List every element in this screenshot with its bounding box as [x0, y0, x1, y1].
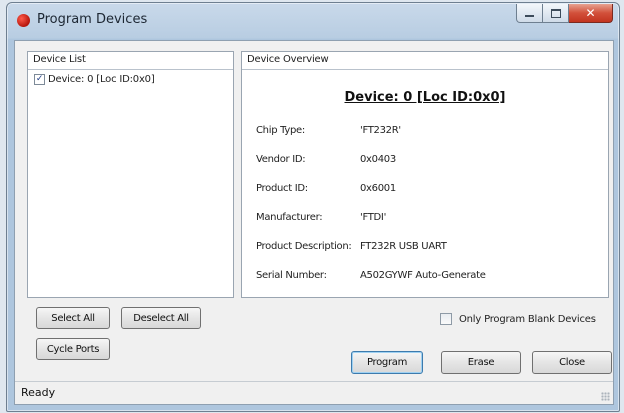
vendor-id-value: 0x0403 [360, 154, 396, 165]
manufacturer-row: Manufacturer: 'FTDI' [256, 212, 386, 223]
deselect-all-button[interactable]: Deselect All [121, 307, 201, 329]
manufacturer-value: 'FTDI' [360, 212, 387, 223]
caption-buttons: ✕ [516, 4, 613, 24]
select-all-button[interactable]: Select All [36, 307, 110, 329]
resize-grip-icon[interactable] [601, 392, 610, 401]
device-overview-title: Device: 0 [Loc ID:0x0] [344, 90, 506, 105]
close-icon: ✕ [585, 6, 596, 20]
window-title: Program Devices [37, 12, 148, 27]
maximize-icon [550, 8, 561, 18]
minimize-button[interactable] [516, 4, 543, 23]
device-overview-header: Device Overview [242, 52, 608, 70]
serial-number-label: Serial Number: [256, 270, 327, 281]
product-id-value: 0x6001 [360, 183, 396, 194]
vendor-id-label: Vendor ID: [256, 154, 306, 165]
product-description-row: Product Description: FT232R USB UART [256, 241, 447, 252]
title-bar[interactable]: Program Devices ✕ [7, 3, 619, 37]
only-program-blank-option[interactable]: Only Program Blank Devices [440, 313, 596, 325]
close-button[interactable]: Close [532, 351, 612, 374]
only-program-blank-label: Only Program Blank Devices [459, 313, 596, 325]
manufacturer-label: Manufacturer: [256, 212, 323, 223]
device-overview-panel: Device Overview Device: 0 [Loc ID:0x0] C… [241, 51, 609, 298]
status-text: Ready [21, 386, 56, 399]
device-checkbox[interactable]: ✓ [34, 74, 45, 85]
maximize-button[interactable] [543, 4, 569, 23]
product-id-label: Product ID: [256, 183, 308, 194]
device-list-header: Device List [28, 52, 233, 70]
app-icon [17, 14, 30, 27]
device-list-item-label: Device: 0 [Loc ID:0x0] [48, 74, 155, 85]
chip-type-label: Chip Type: [256, 125, 305, 136]
vendor-id-row: Vendor ID: 0x0403 [256, 154, 396, 165]
product-description-label: Product Description: [256, 241, 352, 252]
chip-type-row: Chip Type: 'FT232R' [256, 125, 401, 136]
device-list-panel: Device List ✓ Device: 0 [Loc ID:0x0] [27, 51, 234, 298]
chip-type-value: 'FT232R' [360, 125, 401, 136]
minimize-icon [525, 15, 534, 17]
device-list-item[interactable]: ✓ Device: 0 [Loc ID:0x0] [34, 74, 155, 85]
only-program-blank-checkbox[interactable] [440, 313, 452, 325]
product-description-value: FT232R USB UART [360, 241, 447, 252]
program-devices-window: Program Devices ✕ Device List ✓ Device: … [6, 2, 620, 412]
dialog-body: Device List ✓ Device: 0 [Loc ID:0x0] Dev… [14, 40, 614, 405]
program-button[interactable]: Program [351, 351, 423, 374]
serial-number-row: Serial Number: A502GYWF Auto-Generate [256, 270, 486, 281]
serial-number-value: A502GYWF Auto-Generate [360, 270, 486, 281]
status-bar: Ready [15, 381, 613, 404]
cycle-ports-button[interactable]: Cycle Ports [36, 338, 110, 360]
product-id-row: Product ID: 0x6001 [256, 183, 396, 194]
erase-button[interactable]: Erase [441, 351, 521, 374]
close-window-button[interactable]: ✕ [569, 4, 613, 23]
check-icon: ✓ [35, 74, 44, 84]
